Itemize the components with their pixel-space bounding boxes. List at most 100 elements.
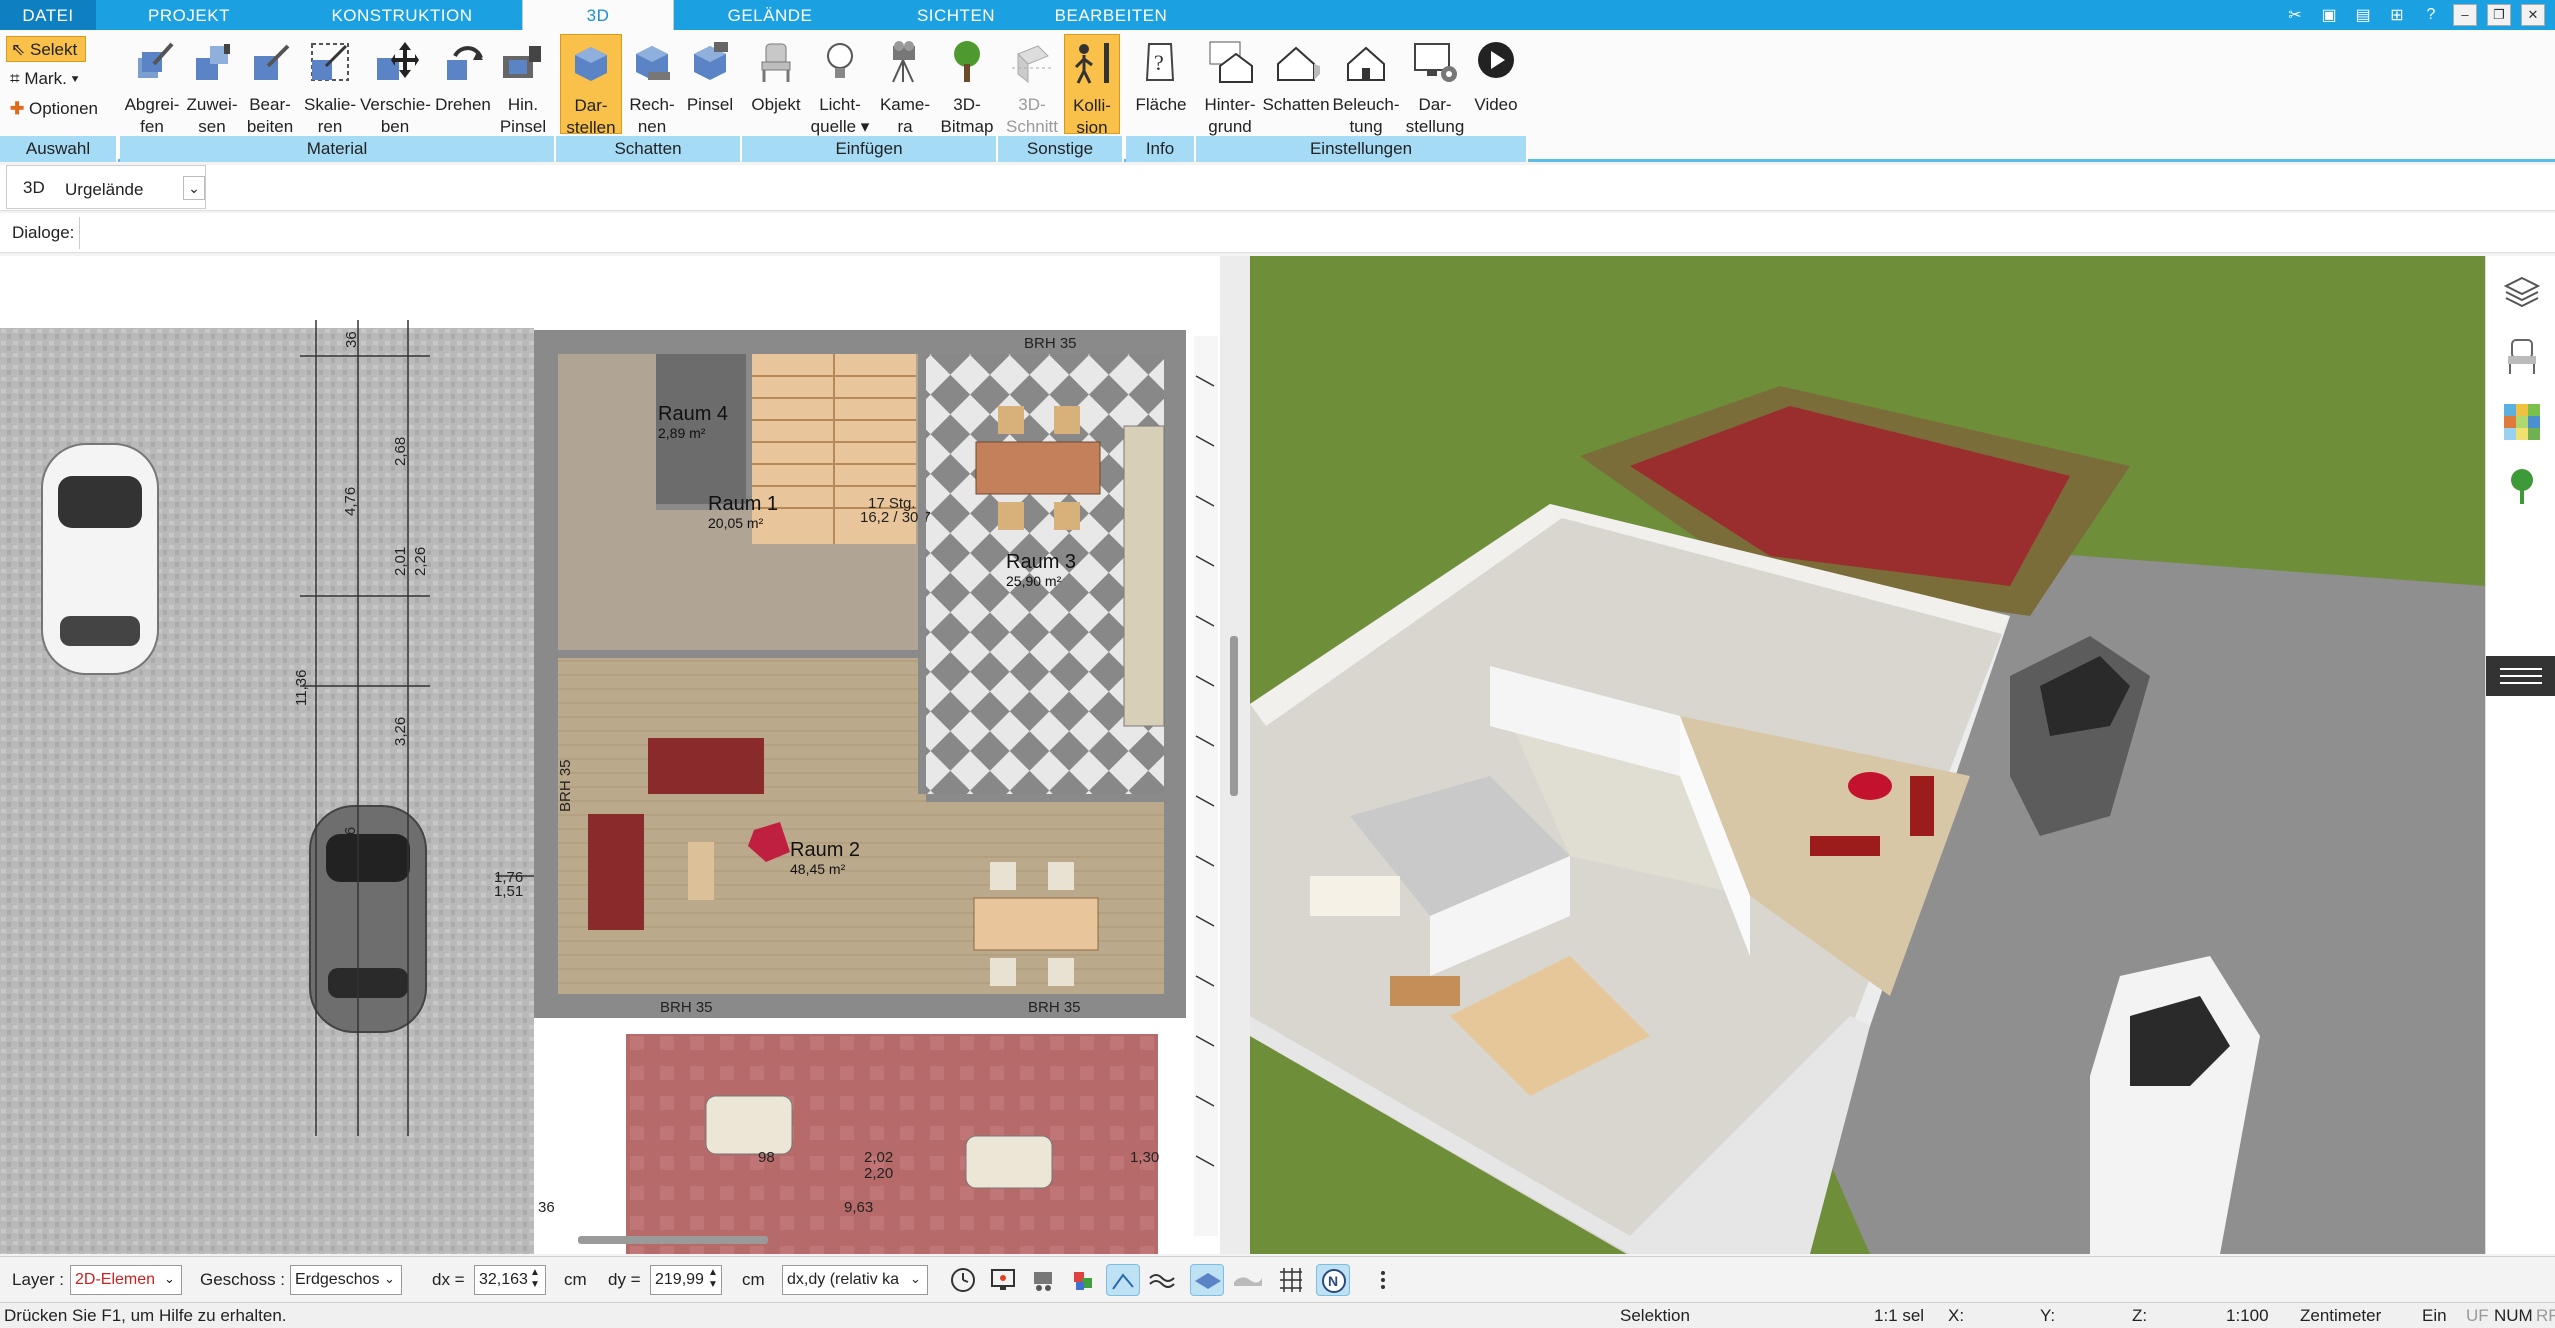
dim-label: 1,30 (1130, 1149, 1159, 1166)
darstellung-button[interactable]: Dar-stellung (1404, 34, 1466, 136)
status-mode: Selektion (1620, 1306, 1690, 1325)
optionen-button[interactable]: ✚ Optionen (6, 96, 116, 122)
floor-plan-view[interactable]: 36 2,68 4,76 2,01 2,26 11,36 3,26 5,76 1… (0, 256, 1220, 1254)
brh-label: BRH 35 (1028, 999, 1081, 1016)
render-icon[interactable] (1026, 1264, 1060, 1296)
mode-label: 3D (23, 178, 45, 197)
mark-button[interactable]: ⌗ Mark. ▾ (6, 66, 96, 92)
rechnen-button[interactable]: Rech-nen (624, 34, 680, 136)
kamera-button[interactable]: Kame-ra (874, 34, 936, 136)
bearbeiten-button[interactable]: Bear-beiten (240, 34, 300, 136)
terrain-selector[interactable]: 3D Urgelände ⌄ (6, 165, 206, 209)
compute-shadow-icon (636, 46, 670, 80)
dy-spinner-icon[interactable]: ▲ ▼ (708, 1267, 718, 1291)
skalieren-label: Skalie- (304, 95, 356, 114)
terrace-sofa[interactable] (705, 1095, 793, 1155)
wave-icon[interactable] (1146, 1264, 1180, 1296)
einst-schatten-button[interactable]: Schatten (1262, 34, 1330, 134)
tab-datei[interactable]: DATEI (0, 0, 96, 30)
more-options-icon[interactable] (1366, 1264, 1400, 1296)
dx-spinner-icon[interactable]: ▲ ▼ (530, 1267, 540, 1291)
kitchen-counter[interactable] (1123, 425, 1165, 727)
abgreifen-button[interactable]: Abgrei-fen (120, 34, 184, 136)
objects-icon[interactable] (1066, 1264, 1100, 1296)
clock-icon[interactable] (946, 1264, 980, 1296)
3d-view[interactable] (1250, 256, 2485, 1254)
schatten-pinsel-button[interactable]: Pinsel (680, 34, 740, 134)
pane-splitter[interactable] (1220, 256, 1250, 1254)
floor-plan-canvas[interactable]: 36 2,68 4,76 2,01 2,26 11,36 3,26 5,76 1… (0, 256, 1220, 1254)
hintergrund-label: Hinter- (1204, 95, 1256, 114)
chevron-down-icon[interactable]: ⌄ (183, 176, 205, 200)
kollision-button[interactable]: Kolli-sion (1064, 34, 1120, 137)
cube-shadow-icon (575, 47, 607, 81)
window-icon[interactable]: ▣ (2317, 4, 2341, 26)
chevron-down-icon[interactable]: ⌄ (910, 1271, 921, 1287)
minimize-button[interactable]: – (2453, 4, 2477, 26)
monitor-icon[interactable] (986, 1264, 1020, 1296)
side-table[interactable] (688, 842, 714, 900)
zuweisen-button[interactable]: Zuwei-sen (184, 34, 240, 136)
schatten-darstellen-button[interactable]: Dar-stellen (560, 34, 622, 137)
tab-gelaende[interactable]: GELÄNDE (674, 0, 866, 30)
car-top-1[interactable] (41, 443, 159, 675)
help-icon[interactable]: ? (2419, 4, 2443, 26)
video-button[interactable]: Video (1468, 34, 1524, 134)
3d-bitmap-button[interactable]: 3D- Bitmap (936, 34, 998, 136)
chevron-down-icon[interactable]: ⌄ (384, 1271, 395, 1287)
room-area: 48,45 m² (790, 861, 846, 877)
vertical-scrollbar-thumb[interactable] (1230, 636, 1238, 796)
drehen-button[interactable]: Drehen (430, 34, 496, 134)
beleuchtung-button[interactable]: Beleuch-tung (1330, 34, 1402, 136)
hin-pinsel-button[interactable]: Hin. Pinsel (496, 34, 550, 136)
selekt-button[interactable]: ⇖ Selekt (6, 36, 86, 62)
zuweisen-label: Zuwei- (186, 95, 238, 114)
horizontal-scrollbar[interactable] (578, 1236, 768, 1244)
tree-icon[interactable] (2502, 466, 2542, 506)
layout-icon[interactable]: ⊞ (2385, 4, 2409, 26)
dim-label: 98 (758, 1149, 775, 1166)
skalieren-button[interactable]: Skalie-ren (300, 34, 360, 136)
dim-label: 36 (343, 331, 360, 348)
materials-icon[interactable] (2502, 402, 2542, 442)
windows-icon[interactable]: ▤ (2351, 4, 2375, 26)
3d-sofa (1810, 836, 1880, 856)
sofa[interactable] (648, 738, 764, 794)
grid-icon[interactable] (1274, 1264, 1308, 1296)
geschoss-value: Erdgeschos (295, 1271, 380, 1288)
chair-icon[interactable] (2502, 336, 2542, 376)
terrain-icon[interactable] (1230, 1264, 1264, 1296)
lichtquelle-button[interactable]: Licht-quelle ▾ (808, 34, 872, 136)
brh-label: BRH 35 (660, 999, 713, 1016)
terrain-value: Urgelände (65, 180, 144, 199)
tab-konstruktion[interactable]: KONSTRUKTION (282, 0, 522, 30)
layers-icon[interactable] (2502, 272, 2542, 312)
armchair-sofa[interactable] (588, 814, 644, 930)
dialoge-label: Dialoge: (6, 217, 80, 249)
north-icon[interactable]: N (1316, 1264, 1350, 1296)
verschieben-button[interactable]: Verschie-ben (360, 34, 431, 136)
3d-canvas[interactable] (1250, 256, 2485, 1254)
right-side-panel (2485, 256, 2555, 1254)
hintergrund-button[interactable]: Hinter-grund (1198, 34, 1262, 136)
terrace-lounger[interactable] (965, 1135, 1053, 1189)
status-selection: 1:1 sel (1874, 1306, 1925, 1325)
plane-icon[interactable] (1190, 1264, 1224, 1296)
3d-schnitt-button[interactable]: 3D- Schnitt (1002, 34, 1062, 136)
bearbeiten-label-2: beiten (246, 117, 294, 136)
flaeche-button[interactable]: ? Fläche (1130, 34, 1192, 134)
objekt-button[interactable]: Objekt (746, 34, 806, 134)
tab-projekt[interactable]: PROJEKT (96, 0, 282, 30)
3d-bitmap-label: 3D- (953, 95, 981, 114)
tools-icon[interactable]: ✂ (2283, 4, 2307, 26)
dx-unit: cm (564, 1270, 587, 1289)
tab-3d[interactable]: 3D (522, 0, 674, 30)
chevron-down-icon[interactable]: ⌄ (164, 1271, 175, 1287)
tab-bearbeiten[interactable]: BEARBEITEN (1046, 0, 1176, 30)
coord-mode-select[interactable]: dx,dy (relativ ka (782, 1265, 928, 1295)
close-button[interactable]: ✕ (2521, 4, 2545, 26)
hamburger-menu-icon[interactable] (2486, 656, 2555, 696)
tab-sichten[interactable]: SICHTEN (866, 0, 1046, 30)
snap-icon[interactable] (1106, 1264, 1140, 1296)
restore-button[interactable]: ❐ (2487, 4, 2511, 26)
